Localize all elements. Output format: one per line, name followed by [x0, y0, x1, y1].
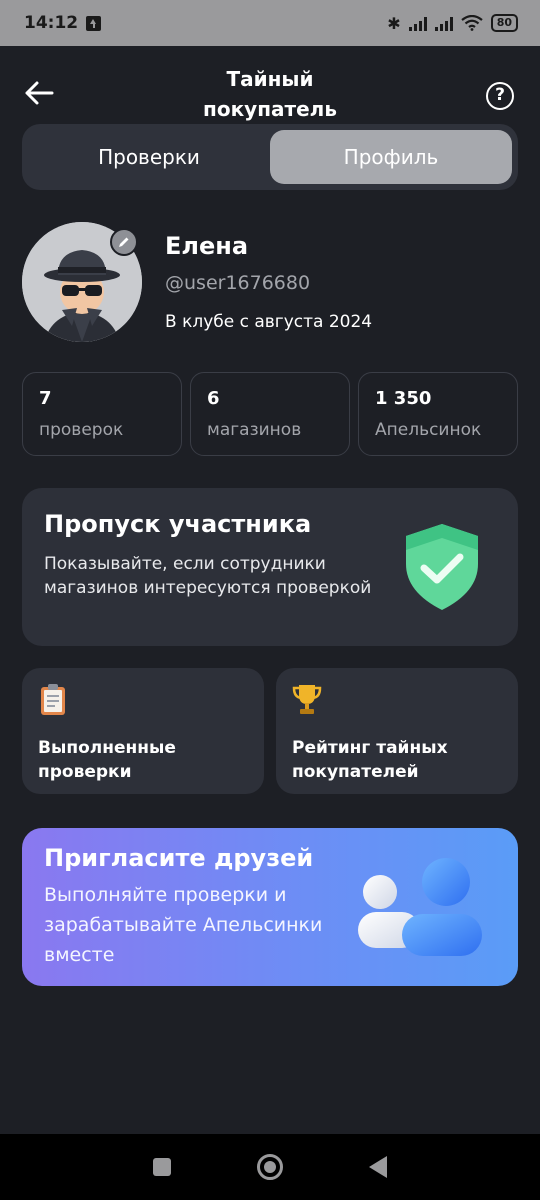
- stat-value: 6: [207, 388, 220, 409]
- system-nav-bar: [0, 1134, 540, 1200]
- home-button[interactable]: [257, 1154, 283, 1180]
- page-title: Тайный покупатель: [203, 67, 337, 121]
- completed-checks-card[interactable]: Выполненные проверки: [22, 668, 264, 794]
- shield-check-icon: [406, 524, 478, 610]
- invite-description: Выполняйте проверки и зарабатывайте Апел…: [44, 884, 323, 966]
- profile-username: @user1676680: [165, 272, 311, 294]
- stat-label: проверок: [39, 420, 124, 440]
- stat-label: Апельсинок: [375, 420, 482, 440]
- member-pass-card[interactable]: Пропуск участника Показывайте, если сотр…: [22, 488, 518, 646]
- profile-name: Елена: [165, 232, 249, 260]
- battery-icon: 80: [490, 14, 518, 32]
- signal-icon-2: [434, 15, 453, 31]
- stat-checks: 7 проверок: [22, 372, 182, 456]
- stats-row: 7 проверок 6 магазинов 1 350 Апельсинок: [22, 372, 518, 456]
- upload-icon: [86, 15, 102, 31]
- back-arrow-icon[interactable]: [22, 76, 56, 110]
- recent-apps-button[interactable]: [153, 1158, 171, 1176]
- stat-value: 1 350: [375, 388, 432, 409]
- status-bar: 14:12 ✱ 80: [0, 0, 540, 46]
- tab-checks[interactable]: Проверки: [28, 130, 270, 184]
- wifi-icon: [461, 15, 483, 31]
- pencil-icon: [119, 237, 129, 247]
- tab-profile[interactable]: Профиль: [270, 130, 512, 184]
- completed-checks-label: Выполненные проверки: [38, 738, 176, 782]
- back-button[interactable]: [369, 1156, 387, 1178]
- header: Тайный покупатель ?: [0, 60, 540, 124]
- avatar-container: [22, 222, 142, 342]
- edit-avatar-button[interactable]: [110, 228, 138, 256]
- stat-stores: 6 магазинов: [190, 372, 350, 456]
- friends-icon: [358, 858, 482, 956]
- segmented-tabs: Проверки Профиль: [22, 124, 518, 190]
- stat-oranges: 1 350 Апельсинок: [358, 372, 518, 456]
- invite-friends-banner[interactable]: Пригласите друзей Выполняйте проверки и …: [22, 828, 518, 986]
- stat-value: 7: [39, 388, 52, 409]
- member-since: В клубе с августа 2024: [165, 312, 373, 332]
- pass-description: Показывайте, если сотрудники магазинов и…: [44, 554, 372, 598]
- help-icon[interactable]: ?: [486, 82, 514, 110]
- stat-label: магазинов: [207, 420, 302, 440]
- bluetooth-icon: ✱: [387, 13, 401, 33]
- clipboard-icon: [41, 684, 65, 715]
- signal-icon: [408, 15, 427, 31]
- status-time: 14:12: [24, 13, 79, 33]
- rating-card[interactable]: Рейтинг тайных покупателей: [276, 668, 518, 794]
- quick-links: Выполненные проверки Рейтинг тайных поку…: [22, 668, 518, 794]
- trophy-icon: [292, 685, 322, 714]
- rating-label: Рейтинг тайных покупателей: [292, 738, 448, 782]
